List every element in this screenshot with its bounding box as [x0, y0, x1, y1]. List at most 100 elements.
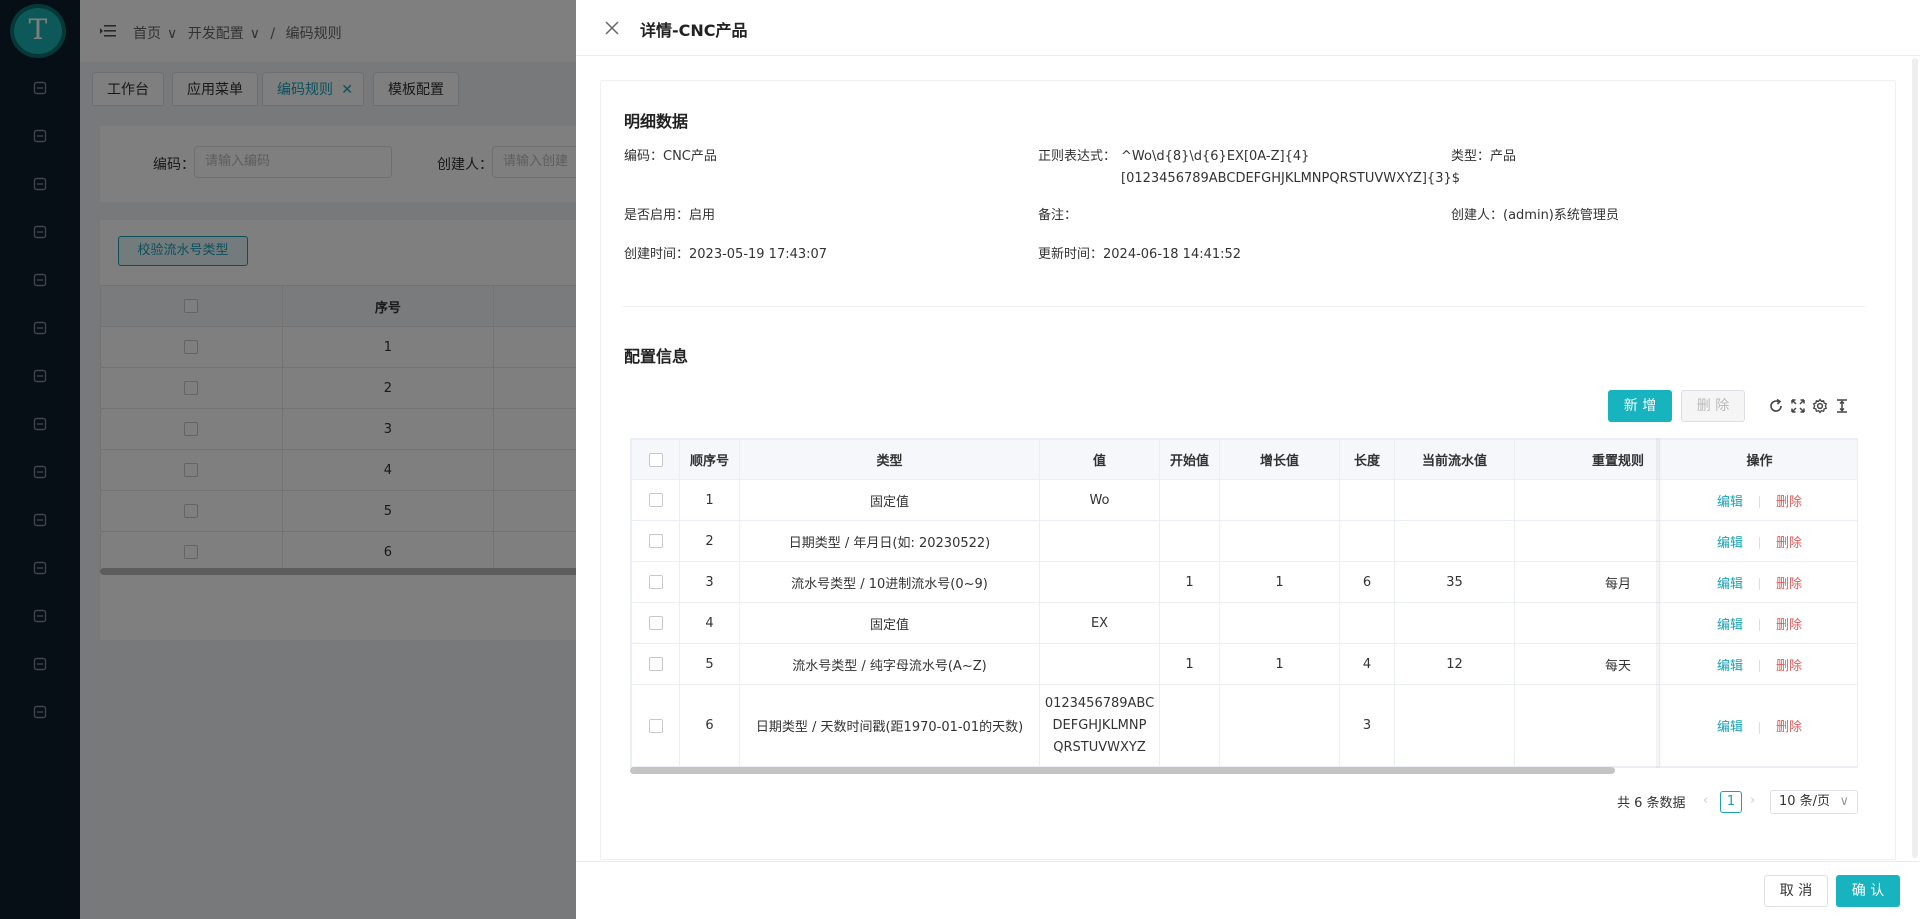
col-header-length: 长度 [1339, 439, 1395, 480]
cell-value [1039, 643, 1160, 685]
edit-link[interactable]: 编辑 [1717, 720, 1743, 735]
cell-actions: 编辑 删除 [1659, 561, 1857, 603]
field-type: 类型：产品 [1451, 149, 1517, 164]
col-header-actions: 操作 [1659, 439, 1857, 480]
delete-link[interactable]: 删除 [1776, 495, 1802, 510]
edit-link[interactable]: 编辑 [1717, 577, 1743, 592]
config-select-all-checkbox[interactable] [648, 452, 663, 467]
cell-length: 6 [1339, 561, 1395, 603]
refresh-icon[interactable] [1768, 398, 1784, 414]
col-header-type: 类型 [739, 439, 1040, 480]
cell-value-line: QRSTUVWXYZ [1053, 739, 1146, 755]
cell-value [1039, 520, 1160, 562]
add-button[interactable]: 新 增 [1608, 390, 1672, 422]
edit-link[interactable]: 编辑 [1717, 536, 1743, 551]
drawer-vertical-scrollbar[interactable] [1912, 58, 1918, 858]
field-remark: 备注： [1038, 208, 1078, 223]
delete-link[interactable]: 删除 [1776, 720, 1802, 735]
fullscreen-icon[interactable] [1790, 398, 1806, 414]
cell-start: 1 [1159, 561, 1220, 603]
column-settings-icon[interactable] [1812, 398, 1828, 414]
col-header-start: 开始值 [1159, 439, 1220, 480]
cell-current: 35 [1394, 561, 1515, 603]
row-checkbox[interactable] [648, 616, 663, 630]
delete-link[interactable]: 删除 [1776, 577, 1802, 592]
confirm-button[interactable]: 确 认 [1836, 875, 1900, 907]
cell-type: 日期类型 / 天数时间戳(距1970-01-01的天数) [739, 684, 1040, 767]
cell-value: Wo [1039, 479, 1160, 521]
action-separator [1759, 721, 1760, 734]
delete-link[interactable]: 删除 [1776, 536, 1802, 551]
cell-current [1394, 479, 1515, 521]
delete-selected-button[interactable]: 删 除 [1681, 390, 1745, 422]
row-checkbox[interactable] [648, 534, 663, 548]
field-code: 编码：CNC产品 [624, 149, 717, 164]
cancel-button[interactable]: 取 消 [1764, 875, 1828, 907]
cell-start [1159, 479, 1220, 521]
close-icon[interactable] [604, 20, 620, 36]
table-row[interactable]: 2 日期类型 / 年月日(如: 20230522) 编辑 删除 [631, 520, 1857, 562]
cell-actions: 编辑 删除 [1659, 684, 1857, 767]
edit-link[interactable]: 编辑 [1717, 618, 1743, 633]
cell-reset [1514, 479, 1660, 521]
drawer-title: 详情-CNC产品 [640, 21, 748, 40]
cell-current: 12 [1394, 643, 1515, 685]
cell-value-line: DEFGHJKLMNP [1052, 717, 1147, 733]
cell-reset [1514, 520, 1660, 562]
cell-length [1339, 602, 1395, 644]
cell-type: 日期类型 / 年月日(如: 20230522) [739, 520, 1040, 562]
delete-link[interactable]: 删除 [1776, 618, 1802, 633]
config-horizontal-scrollbar[interactable] [630, 767, 1615, 774]
row-checkbox[interactable] [648, 718, 663, 733]
action-separator [1759, 578, 1760, 590]
row-density-icon[interactable] [1834, 398, 1850, 414]
col-header-value: 值 [1039, 439, 1160, 480]
table-row[interactable]: 5 流水号类型 / 纯字母流水号(A~Z) 1 1 4 12 每天 编辑 删除 [631, 643, 1857, 685]
cell-length: 4 [1339, 643, 1395, 685]
cell-current [1394, 520, 1515, 562]
cell-value: EX [1039, 602, 1160, 644]
cell-length [1339, 479, 1395, 521]
field-regex-label: 正则表达式： [1038, 149, 1117, 164]
cell-reset [1514, 602, 1660, 644]
cell-step [1219, 520, 1340, 562]
cell-length: 3 [1339, 684, 1395, 767]
field-regex-line1: ^Wo\d{8}\d{6}EX[0A-Z]{4} [1121, 149, 1310, 164]
cell-value-line: 0123456789ABC [1044, 695, 1155, 711]
field-regex-line2: [0123456789ABCDEFGHJKLMNPQRSTUVWXYZ]{3}$ [1121, 171, 1461, 186]
cell-seq: 5 [679, 643, 740, 685]
cell-start [1159, 602, 1220, 644]
pagination-current-page[interactable]: 1 [1720, 791, 1742, 813]
row-checkbox[interactable] [648, 575, 663, 589]
field-updated-at: 更新时间：2024-06-18 14:41:52 [1038, 247, 1242, 262]
cell-type: 固定值 [739, 602, 1040, 644]
cell-step: 1 [1219, 643, 1340, 685]
row-checkbox[interactable] [648, 493, 663, 507]
cell-seq: 1 [679, 479, 740, 521]
cell-current [1394, 602, 1515, 644]
section-divider [623, 306, 1865, 307]
cell-step: 1 [1219, 561, 1340, 603]
action-separator [1759, 496, 1760, 508]
detail-section-title: 明细数据 [624, 112, 689, 131]
cell-type: 流水号类型 / 10进制流水号(0~9) [739, 561, 1040, 603]
page-size-select[interactable]: 10 条/页 ∨ [1770, 790, 1858, 814]
edit-link[interactable]: 编辑 [1717, 495, 1743, 510]
pagination-next-icon[interactable]: › [1750, 793, 1755, 808]
table-row[interactable]: 4 固定值 EX 编辑 删除 [631, 602, 1857, 644]
page-size-value: 10 条/页 [1779, 794, 1831, 809]
cell-actions: 编辑 删除 [1659, 479, 1857, 521]
cell-start: 1 [1159, 643, 1220, 685]
drawer-header [576, 0, 1920, 56]
table-row[interactable]: 3 流水号类型 / 10进制流水号(0~9) 1 1 6 35 每月 编辑 删除 [631, 561, 1857, 603]
delete-link[interactable]: 删除 [1776, 659, 1802, 674]
cell-current [1394, 684, 1515, 767]
cell-reset [1514, 684, 1660, 767]
row-checkbox[interactable] [648, 657, 663, 671]
cell-value [1039, 561, 1160, 603]
pagination-prev-icon[interactable]: ‹ [1703, 793, 1708, 808]
edit-link[interactable]: 编辑 [1717, 659, 1743, 674]
table-row[interactable]: 1 固定值 Wo 编辑 删除 [631, 479, 1857, 521]
table-row[interactable]: 6 日期类型 / 天数时间戳(距1970-01-01的天数) 0123456789A… [631, 684, 1857, 767]
cell-actions: 编辑 删除 [1659, 520, 1857, 562]
